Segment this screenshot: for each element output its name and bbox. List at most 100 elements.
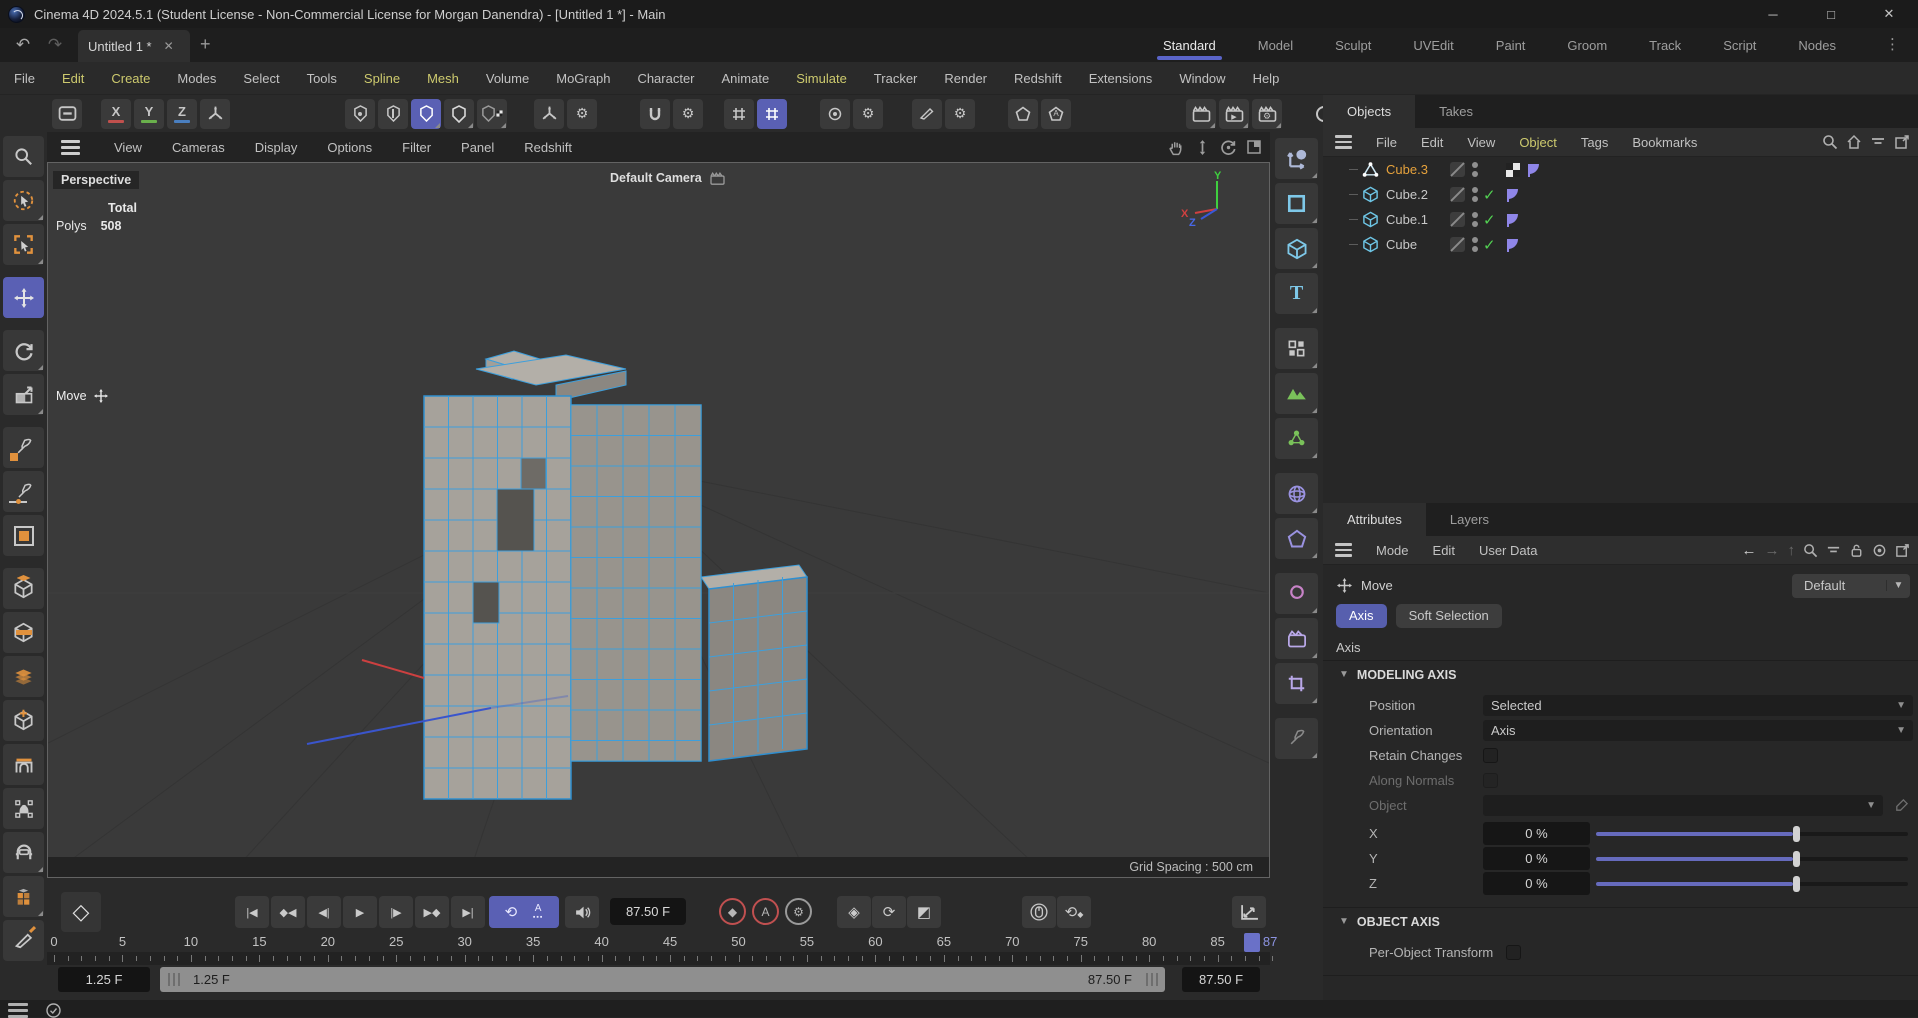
visibility-dots[interactable]: [1472, 237, 1478, 252]
rectangle-primitive-tool[interactable]: [1275, 183, 1318, 224]
close-tab-icon[interactable]: ✕: [164, 39, 174, 53]
points-mode-icon[interactable]: [345, 99, 375, 129]
maximize-button[interactable]: □: [1802, 0, 1860, 28]
model-mode-icon[interactable]: [444, 99, 474, 129]
next-frame-icon[interactable]: |▶: [379, 896, 413, 928]
view-label[interactable]: Perspective: [53, 171, 139, 189]
key-selection-icon[interactable]: ◈: [837, 896, 871, 928]
eyedropper-icon[interactable]: [1894, 798, 1909, 813]
object-name[interactable]: Cube.1: [1386, 212, 1444, 227]
workspace-overflow-menu[interactable]: ⋮: [1885, 35, 1900, 53]
sound-toggle-button[interactable]: [565, 896, 599, 928]
range-left-grip[interactable]: [166, 973, 181, 986]
viewport-menu-icon[interactable]: [61, 140, 80, 155]
external-window-icon[interactable]: [1894, 134, 1910, 150]
per-object-transform-checkbox[interactable]: [1506, 945, 1521, 960]
tab-layers[interactable]: Layers: [1426, 503, 1513, 536]
status-menu-icon[interactable]: [8, 1003, 28, 1018]
workspace-tab-standard[interactable]: Standard: [1161, 31, 1218, 60]
attributes-menu-icon[interactable]: [1335, 543, 1352, 557]
next-key-icon[interactable]: ▶◆: [415, 896, 449, 928]
phong-tag[interactable]: [1505, 212, 1521, 228]
tab-attributes[interactable]: Attributes: [1323, 503, 1426, 536]
crop-tool[interactable]: [1275, 663, 1318, 704]
enabled-check-icon[interactable]: ✓: [1483, 186, 1501, 204]
cube-primitive-tool[interactable]: [1275, 228, 1318, 269]
viewport-menu-options[interactable]: Options: [327, 140, 372, 155]
menu-render[interactable]: Render: [944, 71, 987, 86]
dolly-icon[interactable]: [1194, 139, 1211, 156]
go-to-start-icon[interactable]: |◀: [235, 896, 269, 928]
menu-modes[interactable]: Modes: [177, 71, 216, 86]
z-slider[interactable]: [1596, 882, 1908, 886]
rectangle-spline-tool[interactable]: [3, 515, 44, 556]
keyframe-diamond-button[interactable]: ◇: [61, 892, 101, 932]
menu-character[interactable]: Character: [637, 71, 694, 86]
maximize-view-icon[interactable]: [1246, 139, 1262, 155]
lock-icon[interactable]: [1849, 543, 1864, 558]
range-start-field[interactable]: 1.25 F: [58, 967, 150, 992]
add-tab-button[interactable]: +: [200, 34, 211, 55]
phong-tag[interactable]: [1505, 237, 1521, 253]
phong-tag[interactable]: [1505, 187, 1521, 203]
previous-key-icon[interactable]: ◆◀: [271, 896, 305, 928]
z-axis-lock[interactable]: Z: [167, 99, 197, 129]
viewport-menu-cameras[interactable]: Cameras: [172, 140, 225, 155]
object-row-cube[interactable]: Cube✓: [1323, 232, 1918, 257]
tab-objects[interactable]: Objects: [1323, 95, 1415, 128]
text-tool[interactable]: T: [1275, 273, 1318, 314]
array-tool[interactable]: [1275, 328, 1318, 369]
mouse-playback-icon[interactable]: [1022, 896, 1056, 928]
cloner-tool[interactable]: [1275, 418, 1318, 459]
menu-window[interactable]: Window: [1179, 71, 1225, 86]
menu-mesh[interactable]: Mesh: [427, 71, 459, 86]
rectangle-selection-tool[interactable]: [3, 224, 44, 265]
home-icon[interactable]: [1846, 134, 1862, 150]
workspace-tab-groom[interactable]: Groom: [1565, 31, 1609, 60]
knife-tool[interactable]: [3, 920, 44, 961]
subdivision-surface-tool[interactable]: [1275, 473, 1318, 514]
extrude-tool[interactable]: [3, 568, 44, 609]
enabled-check-icon[interactable]: ✓: [1483, 211, 1501, 229]
navigation-axis-tool[interactable]: [1275, 138, 1318, 179]
menu-edit[interactable]: Edit: [62, 71, 84, 86]
play-icon[interactable]: ▶: [343, 896, 377, 928]
loop-playback-icon[interactable]: ⟲: [505, 903, 518, 921]
workspace-tab-paint[interactable]: Paint: [1494, 31, 1528, 60]
object-row-cube.1[interactable]: Cube.1 ✓: [1323, 207, 1918, 232]
menu-extensions[interactable]: Extensions: [1089, 71, 1153, 86]
objects-menu-bookmarks[interactable]: Bookmarks: [1632, 135, 1697, 150]
texture-mode-icon[interactable]: [477, 99, 507, 129]
menu-tools[interactable]: Tools: [307, 71, 337, 86]
key-box-icon[interactable]: ◩: [907, 896, 941, 928]
attributes-menu-edit[interactable]: Edit: [1433, 543, 1455, 558]
axis-mode-button[interactable]: Axis: [1336, 604, 1387, 628]
object-axis-section[interactable]: ▼ OBJECT AXIS: [1323, 907, 1918, 935]
visibility-dots[interactable]: [1472, 187, 1478, 202]
viewport-menu-display[interactable]: Display: [255, 140, 298, 155]
render-view-icon[interactable]: [1186, 99, 1216, 129]
target-icon[interactable]: [1872, 543, 1887, 558]
keying-settings-gear-icon[interactable]: ⚙: [785, 898, 812, 925]
workspace-tab-nodes[interactable]: Nodes: [1796, 31, 1838, 60]
workplane-settings-gear-icon[interactable]: ⚙: [945, 99, 975, 129]
target-settings-gear-icon[interactable]: ⚙: [853, 99, 883, 129]
bridge-tool[interactable]: [3, 744, 44, 785]
close-button[interactable]: ✕: [1860, 0, 1918, 28]
matrix-extrude-tool[interactable]: ✚: [3, 700, 44, 741]
range-slider[interactable]: 1.25 F 87.50 F: [160, 967, 1165, 992]
workspace-tab-track[interactable]: Track: [1647, 31, 1683, 60]
edges-mode-icon[interactable]: [378, 99, 408, 129]
range-end-field[interactable]: 87.50 F: [1182, 967, 1260, 992]
workspace-tab-model[interactable]: Model: [1256, 31, 1295, 60]
visibility-dots[interactable]: [1472, 212, 1478, 227]
y-axis-lock[interactable]: Y: [134, 99, 164, 129]
forward-arrow-icon[interactable]: →: [1765, 542, 1780, 559]
attributes-menu-user-data[interactable]: User Data: [1479, 543, 1538, 558]
inner-extrude-tool[interactable]: [3, 612, 44, 653]
current-frame-field[interactable]: 87.50 F: [610, 898, 686, 925]
phong-tag[interactable]: [1526, 162, 1542, 178]
object-name[interactable]: Cube: [1386, 237, 1444, 252]
workplane-icon[interactable]: [912, 99, 942, 129]
grid-quantize-icon[interactable]: [757, 99, 787, 129]
